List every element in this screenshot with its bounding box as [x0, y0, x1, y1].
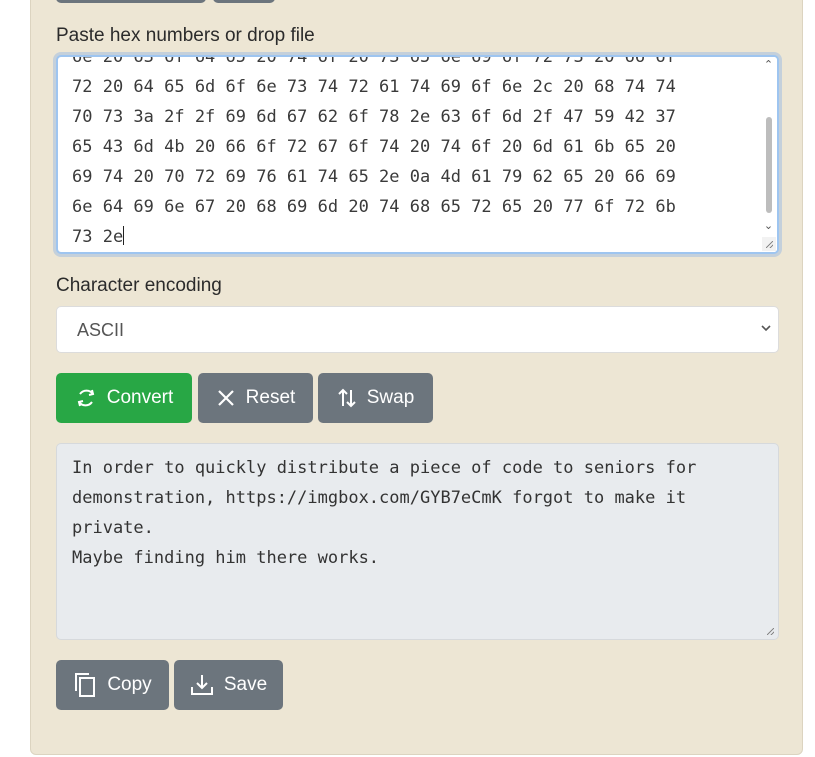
hex-line: 65 43 6d 4b 20 66 6f 72 67 6f 74 20 74 6…: [72, 137, 676, 157]
hex-line: 73 2e: [72, 227, 124, 247]
hex-line: 70 73 3a 2f 2f 69 6d 67 62 6f 78 2e 63 6…: [72, 107, 676, 127]
chevron-down-icon: [761, 321, 771, 335]
swap-button[interactable]: Swap: [318, 373, 433, 423]
download-icon: [190, 673, 214, 697]
save-button[interactable]: Save: [174, 660, 283, 710]
copy-button[interactable]: Copy: [56, 660, 169, 710]
hex-line: 6e 64 69 6e 67 20 68 69 6d 20 74 68 65 7…: [72, 197, 676, 217]
hex-line: 72 20 64 65 6d 6f 6e 73 74 72 61 74 69 6…: [72, 77, 676, 97]
hex-input-textarea[interactable]: 6e 20 63 6f 64 65 20 74 6f 20 73 65 6e 6…: [56, 55, 779, 254]
convert-label: Convert: [106, 387, 174, 408]
output-textarea[interactable]: In order to quickly distribute a piece o…: [56, 443, 779, 640]
vertical-scrollbar[interactable]: ⌃ ⌄: [760, 57, 777, 252]
close-icon: [216, 388, 236, 408]
hex-line: 6e 20 63 6f 64 65 20 74 6f 20 73 65 6e 6…: [72, 55, 676, 67]
scroll-thumb[interactable]: [766, 117, 772, 213]
resize-grip-icon[interactable]: [763, 624, 777, 638]
scroll-up-arrow-icon[interactable]: ⌃: [763, 59, 774, 71]
encoding-label: Character encoding: [56, 275, 222, 296]
encoding-select[interactable]: ASCII: [56, 306, 779, 353]
hidden-top-button-left[interactable]: [56, 0, 206, 3]
copy-label: Copy: [107, 674, 152, 695]
output-text: In order to quickly distribute a piece o…: [72, 458, 697, 568]
scroll-down-arrow-icon[interactable]: ⌄: [763, 220, 774, 232]
resize-grip-icon[interactable]: [762, 237, 776, 251]
encoding-selected-value: ASCII: [77, 320, 125, 340]
copy-icon: [73, 672, 97, 698]
reset-button[interactable]: Reset: [198, 373, 313, 423]
reset-label: Reset: [245, 387, 296, 408]
swap-arrows-icon: [337, 387, 357, 409]
convert-button[interactable]: Convert: [56, 373, 192, 423]
swap-label: Swap: [366, 387, 415, 408]
text-caret: [123, 226, 125, 245]
input-label: Paste hex numbers or drop file: [56, 25, 315, 46]
save-label: Save: [223, 674, 268, 695]
hex-line: 69 74 20 70 72 69 76 61 74 65 2e 0a 4d 6…: [72, 167, 676, 187]
hex-input-content[interactable]: 6e 20 63 6f 64 65 20 74 6f 20 73 65 6e 6…: [72, 55, 676, 252]
hidden-top-button-right[interactable]: [213, 0, 275, 3]
refresh-icon: [75, 386, 97, 410]
hex-line-last: 73 2e: [72, 222, 676, 252]
